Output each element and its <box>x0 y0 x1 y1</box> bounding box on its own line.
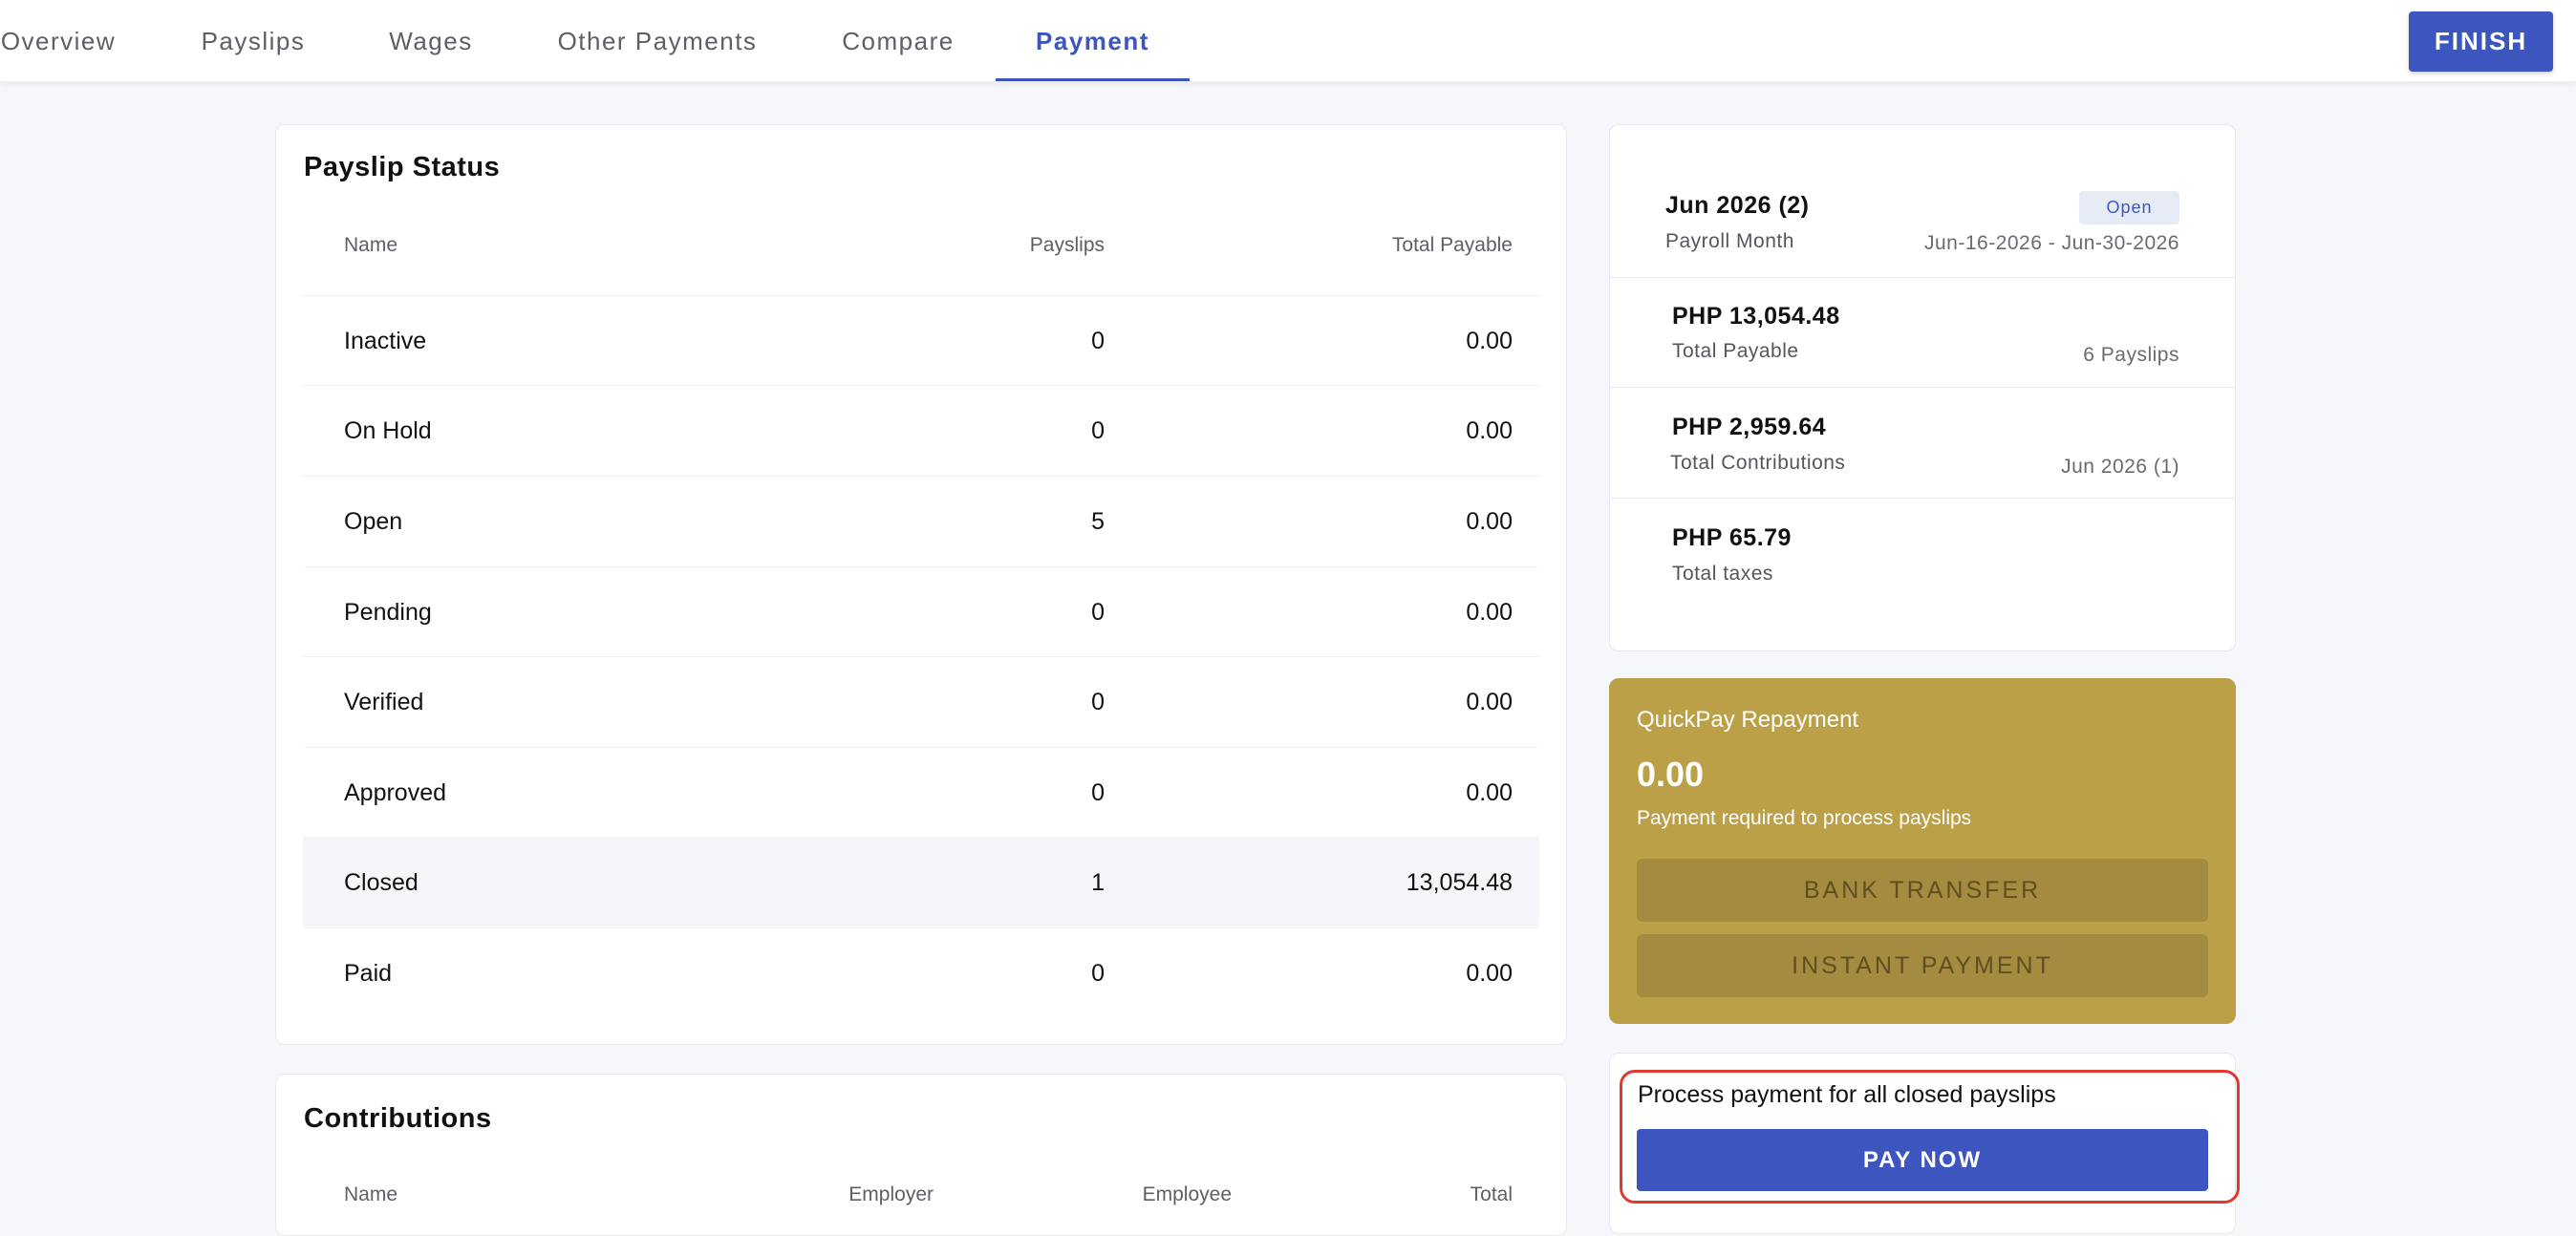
table-row-on-hold[interactable]: On Hold 0 0.00 <box>303 385 1539 475</box>
row-name: Verified <box>344 688 424 715</box>
bank-transfer-button[interactable]: BANK TRANSFER <box>1637 859 2208 922</box>
row-name: Inactive <box>344 327 427 354</box>
table-row-open[interactable]: Open 5 0.00 <box>303 476 1539 565</box>
quickpay-note: Payment required to process payslips <box>1637 807 1972 829</box>
payroll-date-range: Jun-16-2026 - Jun-30-2026 <box>1923 232 2179 254</box>
quickpay-card: QuickPay Repayment 0.00 Payment required… <box>1609 678 2236 1024</box>
top-nav-bar: Overview Payslips Wages Other Payments C… <box>0 0 2576 82</box>
contributions-title: Contributions <box>304 1103 492 1134</box>
instant-payment-button[interactable]: INSTANT PAYMENT <box>1637 934 2208 997</box>
table-row-approved[interactable]: Approved 0 0.00 <box>303 747 1539 837</box>
row-name: Open <box>344 507 403 535</box>
payslip-status-card: Payslip Status Name Payslips Total Payab… <box>275 124 1567 1045</box>
tab-overview[interactable]: Overview <box>0 0 120 82</box>
table-row-pending[interactable]: Pending 0 0.00 <box>303 566 1539 656</box>
payslip-status-title: Payslip Status <box>304 152 501 182</box>
quickpay-title: QuickPay Repayment <box>1637 707 1859 733</box>
row-total: 0.00 <box>1466 688 1513 715</box>
column-header-payslips: Payslips <box>1029 234 1105 256</box>
table-row-verified[interactable]: Verified 0 0.00 <box>303 656 1539 746</box>
payroll-month-label: Payroll Month <box>1665 230 1794 252</box>
column-header-employee: Employee <box>1142 1183 1232 1205</box>
contributions-period: Jun 2026 (1) <box>2061 456 2179 478</box>
row-payslips: 1 <box>1091 868 1105 896</box>
row-name: On Hold <box>344 416 432 444</box>
total-payable-amount: PHP 13,054.48 <box>1672 303 1840 330</box>
contributions-card: Contributions Name Employer Employee Tot… <box>275 1074 1567 1236</box>
column-header-total-payable: Total Payable <box>1391 234 1513 256</box>
total-taxes-amount: PHP 65.79 <box>1672 524 1792 551</box>
tab-compare[interactable]: Compare <box>829 0 967 82</box>
row-payslips: 0 <box>1091 416 1105 444</box>
table-row-inactive[interactable]: Inactive 0 0.00 <box>303 295 1539 385</box>
row-payslips: 0 <box>1091 598 1105 626</box>
row-payslips: 5 <box>1091 507 1105 535</box>
highlight-box <box>1620 1070 2240 1204</box>
divider <box>1610 387 2235 388</box>
row-total: 0.00 <box>1466 778 1513 806</box>
column-header-name: Name <box>344 1183 398 1205</box>
total-contributions-label: Total Contributions <box>1670 452 1846 474</box>
row-total: 13,054.48 <box>1406 868 1513 896</box>
row-total: 0.00 <box>1466 598 1513 626</box>
payslip-count: 6 Payslips <box>2083 344 2179 366</box>
row-total: 0.00 <box>1466 416 1513 444</box>
tab-other-payments[interactable]: Other Payments <box>545 0 770 82</box>
tab-wages[interactable]: Wages <box>376 0 485 82</box>
status-badge: Open <box>2079 191 2179 224</box>
row-name: Paid <box>344 959 393 987</box>
divider <box>1610 498 2235 499</box>
row-payslips: 0 <box>1091 327 1105 354</box>
total-payable-label: Total Payable <box>1672 340 1799 362</box>
table-row-closed[interactable]: Closed 1 13,054.48 <box>303 837 1539 927</box>
row-total: 0.00 <box>1466 959 1513 987</box>
finish-button[interactable]: FINISH <box>2409 11 2553 72</box>
row-name: Pending <box>344 598 432 626</box>
divider <box>1610 277 2235 278</box>
column-header-employer: Employer <box>848 1183 934 1205</box>
total-taxes-label: Total taxes <box>1672 563 1773 585</box>
payroll-month: Jun 2026 (2) <box>1665 192 1810 219</box>
row-total: 0.00 <box>1466 507 1513 535</box>
active-tab-indicator <box>996 78 1190 81</box>
row-payslips: 0 <box>1091 959 1105 987</box>
tab-payment[interactable]: Payment <box>996 0 1190 82</box>
row-payslips: 0 <box>1091 688 1105 715</box>
column-header-total: Total <box>1470 1183 1513 1205</box>
tab-payslips[interactable]: Payslips <box>189 0 317 82</box>
row-payslips: 0 <box>1091 778 1105 806</box>
table-row-paid[interactable]: Paid 0 0.00 <box>303 927 1539 1017</box>
column-header-name: Name <box>344 234 398 256</box>
row-name: Closed <box>344 868 419 896</box>
row-total: 0.00 <box>1466 327 1513 354</box>
total-contributions-amount: PHP 2,959.64 <box>1672 414 1827 440</box>
row-name: Approved <box>344 778 447 806</box>
quickpay-amount: 0.00 <box>1637 755 1705 794</box>
